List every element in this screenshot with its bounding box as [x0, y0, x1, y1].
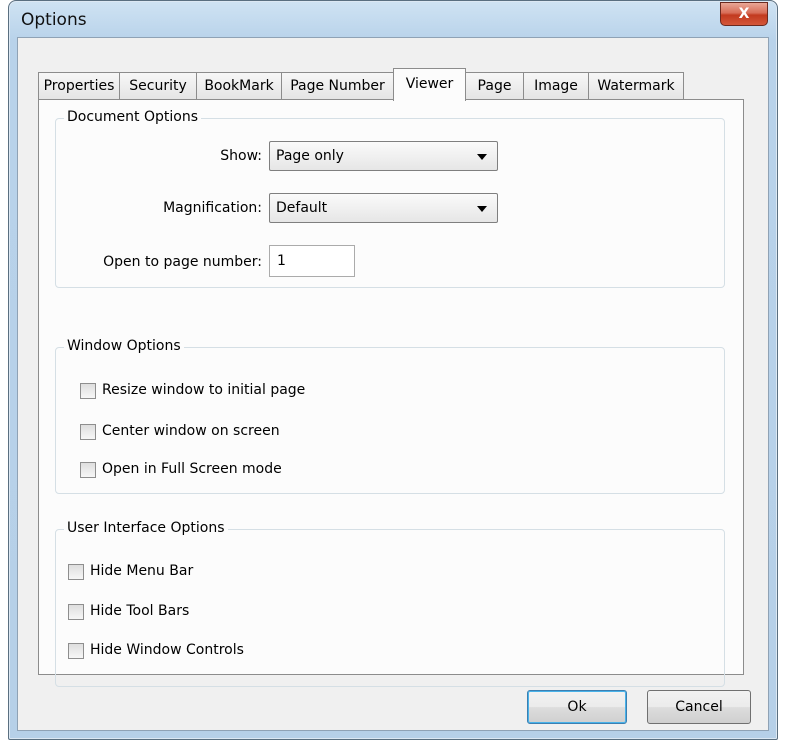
full-screen-checkbox[interactable]: [80, 462, 96, 478]
tab-bookmark[interactable]: BookMark: [196, 72, 282, 100]
cancel-button[interactable]: Cancel: [647, 690, 751, 724]
window-options-group: Window Options Resize window to initial …: [55, 338, 725, 494]
open-page-label: Open to page number:: [103, 254, 262, 270]
hide-menu-bar-checkbox[interactable]: [68, 564, 84, 580]
options-dialog: Options X Properties Security BookMark P…: [8, 0, 778, 740]
hide-window-controls-label: Hide Window Controls: [90, 642, 244, 658]
show-label: Show:: [220, 148, 262, 164]
center-window-checkbox[interactable]: [80, 424, 96, 440]
tab-viewer[interactable]: Viewer: [393, 68, 466, 101]
tab-watermark[interactable]: Watermark: [588, 72, 684, 100]
resize-window-checkbox[interactable]: [80, 383, 96, 399]
magnification-label: Magnification:: [163, 200, 262, 216]
tab-properties[interactable]: Properties: [38, 72, 120, 100]
resize-window-label: Resize window to initial page: [102, 382, 306, 398]
open-page-number-value: 1: [277, 253, 286, 269]
full-screen-label: Open in Full Screen mode: [102, 461, 282, 477]
dialog-client-area: Properties Security BookMark Page Number…: [17, 37, 769, 731]
show-select-value: Page only: [276, 148, 344, 164]
chevron-down-icon: [477, 206, 487, 212]
chevron-down-icon: [477, 154, 487, 160]
open-page-number-input[interactable]: 1: [269, 245, 355, 277]
tab-image[interactable]: Image: [523, 72, 589, 100]
close-button[interactable]: X: [720, 2, 768, 26]
hide-tool-bars-checkbox[interactable]: [68, 604, 84, 620]
tab-page-number[interactable]: Page Number: [281, 72, 394, 100]
document-options-group: Document Options Show: Page only Magnifi…: [55, 109, 725, 288]
hide-window-controls-checkbox[interactable]: [68, 643, 84, 659]
title-bar[interactable]: Options X: [9, 1, 777, 37]
tab-page[interactable]: Page: [465, 72, 524, 100]
ui-options-group: User Interface Options Hide Menu Bar Hid…: [55, 520, 725, 687]
tab-security[interactable]: Security: [119, 72, 197, 100]
hide-tool-bars-label: Hide Tool Bars: [90, 603, 190, 619]
magnification-select[interactable]: Default: [269, 193, 498, 223]
ok-button[interactable]: Ok: [527, 690, 627, 724]
center-window-label: Center window on screen: [102, 423, 280, 439]
hide-menu-bar-label: Hide Menu Bar: [90, 563, 194, 579]
document-options-title: Document Options: [64, 109, 201, 125]
magnification-select-value: Default: [276, 200, 328, 216]
close-icon: X: [738, 6, 750, 22]
window-options-title: Window Options: [64, 338, 184, 354]
viewer-tab-panel: Document Options Show: Page only Magnifi…: [38, 99, 744, 687]
dialog-title: Options: [21, 10, 87, 30]
show-select[interactable]: Page only: [269, 141, 498, 171]
ui-options-title: User Interface Options: [64, 520, 228, 536]
